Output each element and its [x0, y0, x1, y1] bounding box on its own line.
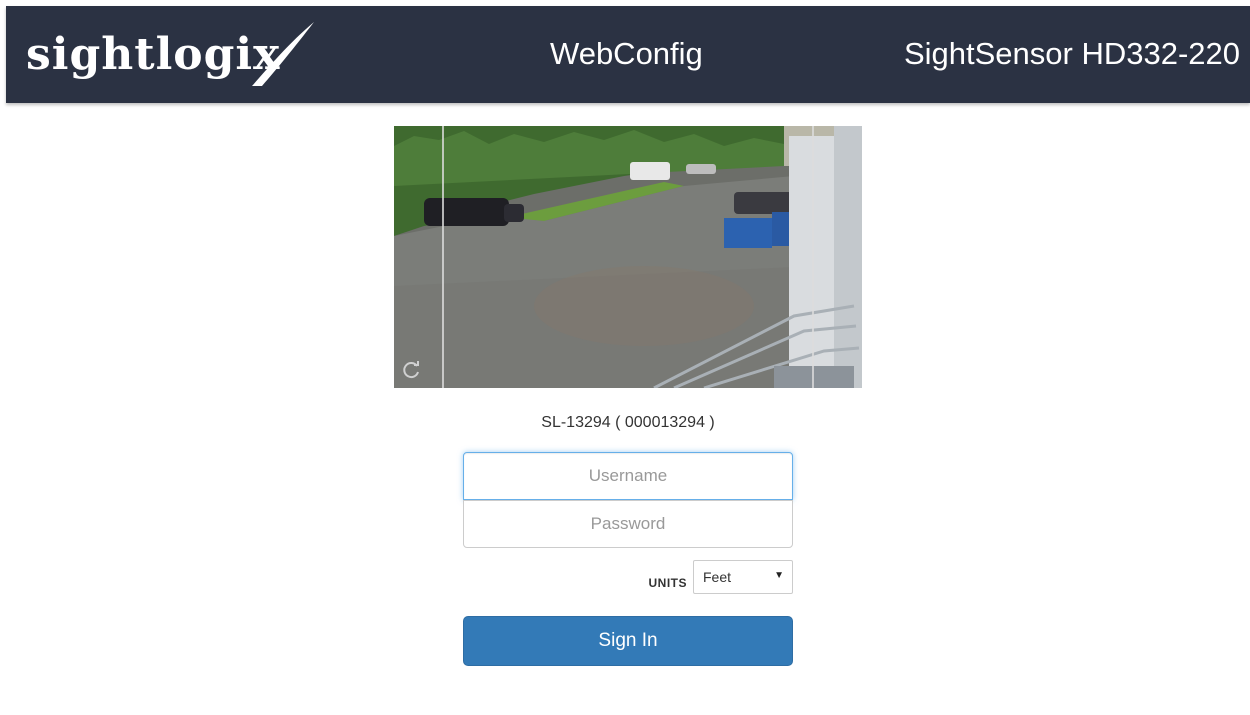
app-name: WebConfig: [550, 36, 703, 71]
sightlogix-logo: sightlogix: [26, 20, 314, 90]
caret-down-icon: ▼: [774, 570, 784, 581]
device-id: SL-13294 ( 000013294 ): [541, 414, 715, 431]
units-row: UNITS Feet ▼: [463, 560, 793, 594]
units-label: UNITS: [648, 576, 687, 590]
camera-scene-image: [394, 126, 862, 388]
sign-in-button[interactable]: Sign In: [463, 616, 793, 666]
device-model: SightSensor HD332-220: [903, 36, 1240, 71]
logo-text: sightlogix: [26, 29, 281, 80]
logo-swoosh-icon: [252, 22, 314, 86]
refresh-icon[interactable]: [402, 360, 422, 380]
username-input[interactable]: [463, 452, 793, 500]
units-selected-value: Feet: [703, 569, 732, 585]
app-header: sightlogix WebConfig SightSensor HD332-2…: [6, 6, 1250, 103]
units-select[interactable]: Feet ▼: [693, 560, 793, 594]
password-input[interactable]: [463, 500, 793, 548]
camera-preview: [394, 126, 862, 388]
